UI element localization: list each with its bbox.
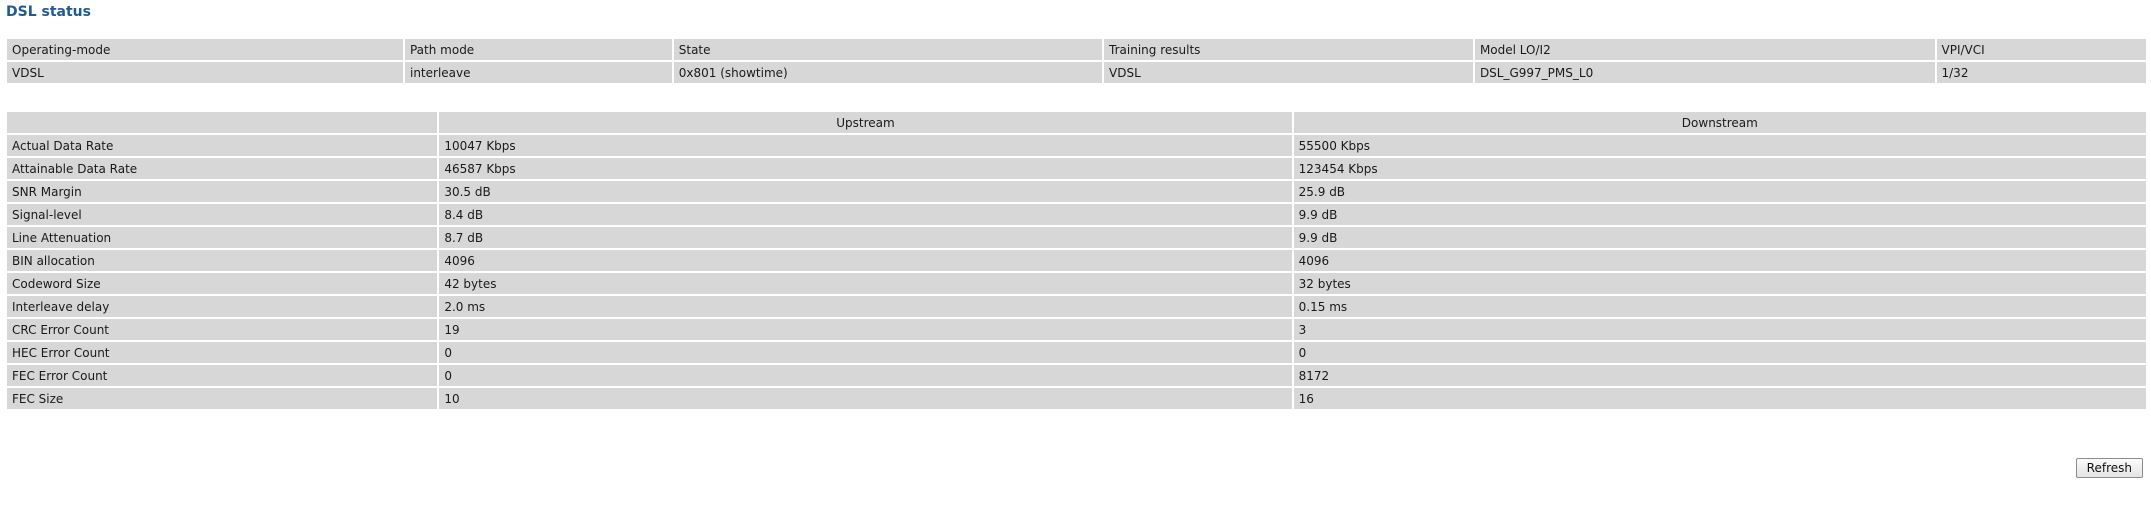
stats-row-label: Codeword Size	[7, 273, 438, 294]
stats-row-label: Line Attenuation	[7, 227, 438, 248]
stats-row-upstream: 10	[439, 388, 1292, 409]
stats-row-label: FEC Error Count	[7, 365, 438, 386]
table-row: Actual Data Rate 10047 Kbps 55500 Kbps	[7, 135, 2146, 156]
stats-row-upstream: 2.0 ms	[439, 296, 1292, 317]
stats-header-upstream: Upstream	[439, 112, 1292, 133]
summary-header-training-results: Training results	[1104, 39, 1473, 60]
summary-value-model: DSL_G997_PMS_L0	[1474, 62, 1935, 83]
stats-row-upstream: 42 bytes	[439, 273, 1292, 294]
stats-row-label: HEC Error Count	[7, 342, 438, 363]
summary-value-operating-mode: VDSL	[7, 62, 403, 83]
table-row: FEC Size 10 16	[7, 388, 2146, 409]
table-row: Interleave delay 2.0 ms 0.15 ms	[7, 296, 2146, 317]
summary-value-training-results: VDSL	[1104, 62, 1473, 83]
summary-header-path-mode: Path mode	[404, 39, 672, 60]
stats-row-downstream: 8172	[1293, 365, 2146, 386]
summary-header-row: Operating-mode Path mode State Training …	[7, 39, 2146, 60]
stats-row-upstream: 0	[439, 342, 1292, 363]
table-row: BIN allocation 4096 4096	[7, 250, 2146, 271]
stats-row-label: Signal-level	[7, 204, 438, 225]
stats-row-label: CRC Error Count	[7, 319, 438, 340]
stats-row-upstream: 8.4 dB	[439, 204, 1292, 225]
stats-row-downstream: 0	[1293, 342, 2146, 363]
stats-row-downstream: 9.9 dB	[1293, 204, 2146, 225]
summary-header-vpi-vci: VPI/VCI	[1936, 39, 2146, 60]
table-row: Line Attenuation 8.7 dB 9.9 dB	[7, 227, 2146, 248]
summary-header-operating-mode: Operating-mode	[7, 39, 403, 60]
stats-row-downstream: 4096	[1293, 250, 2146, 271]
stats-row-downstream: 123454 Kbps	[1293, 158, 2146, 179]
dsl-summary-table: Operating-mode Path mode State Training …	[5, 37, 2148, 85]
stats-row-downstream: 55500 Kbps	[1293, 135, 2146, 156]
stats-row-label: FEC Size	[7, 388, 438, 409]
stats-row-upstream: 30.5 dB	[439, 181, 1292, 202]
table-row: FEC Error Count 0 8172	[7, 365, 2146, 386]
stats-row-downstream: 16	[1293, 388, 2146, 409]
stats-row-label: Attainable Data Rate	[7, 158, 438, 179]
stats-row-downstream: 25.9 dB	[1293, 181, 2146, 202]
summary-value-path-mode: interleave	[404, 62, 672, 83]
stats-row-upstream: 10047 Kbps	[439, 135, 1292, 156]
stats-header-label	[7, 112, 438, 133]
refresh-button[interactable]: Refresh	[2075, 458, 2143, 478]
summary-value-vpi-vci: 1/32	[1936, 62, 2146, 83]
dsl-stats-table: Upstream Downstream Actual Data Rate 1004…	[5, 110, 2148, 411]
stats-header-row: Upstream Downstream	[7, 112, 2146, 133]
stats-row-label: SNR Margin	[7, 181, 438, 202]
stats-row-downstream: 32 bytes	[1293, 273, 2146, 294]
stats-row-downstream: 3	[1293, 319, 2146, 340]
stats-row-label: BIN allocation	[7, 250, 438, 271]
stats-row-upstream: 19	[439, 319, 1292, 340]
table-row: Codeword Size 42 bytes 32 bytes	[7, 273, 2146, 294]
stats-header-downstream: Downstream	[1293, 112, 2146, 133]
summary-header-model: Model LO/I2	[1474, 39, 1935, 60]
summary-value-row: VDSL interleave 0x801 (showtime) VDSL DS…	[7, 62, 2146, 83]
summary-value-state: 0x801 (showtime)	[673, 62, 1103, 83]
stats-row-label: Interleave delay	[7, 296, 438, 317]
table-row: CRC Error Count 19 3	[7, 319, 2146, 340]
table-row: Signal-level 8.4 dB 9.9 dB	[7, 204, 2146, 225]
table-row: Attainable Data Rate 46587 Kbps 123454 Kbp…	[7, 158, 2146, 179]
page-title: DSL status	[6, 4, 91, 20]
table-row: HEC Error Count 0 0	[7, 342, 2146, 363]
stats-row-upstream: 0	[439, 365, 1292, 386]
stats-row-upstream: 4096	[439, 250, 1292, 271]
stats-row-upstream: 8.7 dB	[439, 227, 1292, 248]
stats-row-upstream: 46587 Kbps	[439, 158, 1292, 179]
stats-row-label: Actual Data Rate	[7, 135, 438, 156]
summary-header-state: State	[673, 39, 1103, 60]
stats-row-downstream: 9.9 dB	[1293, 227, 2146, 248]
table-row: SNR Margin 30.5 dB 25.9 dB	[7, 181, 2146, 202]
stats-row-downstream: 0.15 ms	[1293, 296, 2146, 317]
